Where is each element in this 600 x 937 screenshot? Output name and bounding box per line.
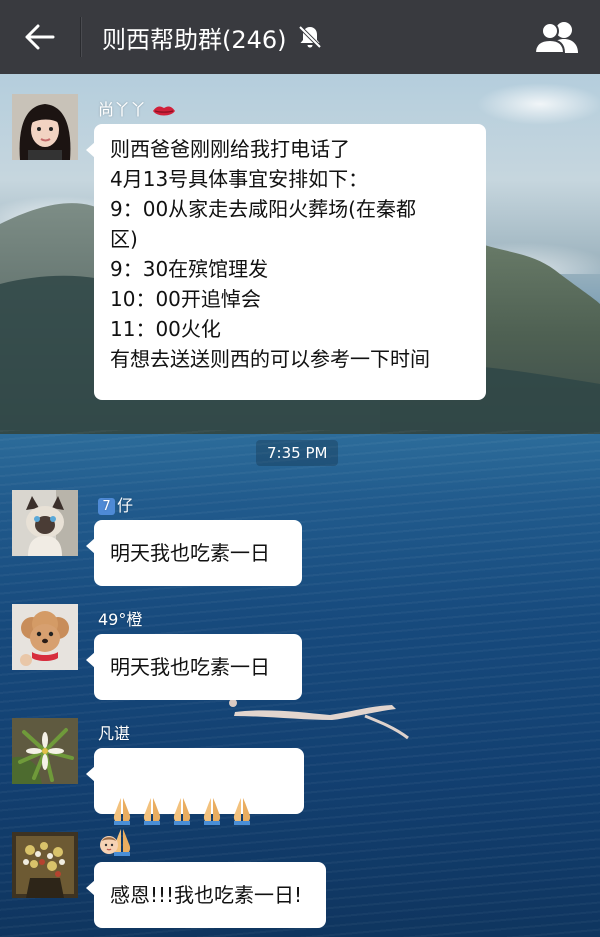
sender-name-text: 尚丫丫 xyxy=(98,100,147,119)
arrow-left-icon xyxy=(25,24,55,50)
message-item: 凡谌 xyxy=(12,718,588,856)
lips-icon xyxy=(153,105,176,115)
baby-face-icon xyxy=(100,836,118,854)
message-bubble[interactable]: 则西爸爸刚刚给我打电话了 4月13号具体事宜安排如下： 9：00从家走去咸阳火葬… xyxy=(86,124,486,400)
chat-message-list[interactable]: 尚丫丫 则西爸爸刚刚给我打电话了 4月13号具体事宜安排如下： 9：00从家走去… xyxy=(0,74,600,937)
group-icon xyxy=(533,22,578,54)
avatar[interactable] xyxy=(12,490,78,556)
folded-hands-icon xyxy=(113,797,131,825)
sender-name: 7仔 xyxy=(98,492,133,516)
avatar-girl xyxy=(12,94,78,160)
avatar-painting xyxy=(12,832,78,898)
header-divider xyxy=(80,17,82,57)
chat-title: 则西帮助群(246) xyxy=(102,25,287,54)
message-item: 7仔 明天我也吃素一日 xyxy=(12,490,588,590)
back-button[interactable] xyxy=(0,0,80,74)
message-item: 感恩!!!我也吃素一日! xyxy=(12,832,588,932)
sender-name: 尚丫丫 xyxy=(98,96,176,120)
avatar[interactable] xyxy=(12,604,78,670)
mute-indicator xyxy=(297,24,323,50)
avatar-cat xyxy=(12,490,78,556)
avatar[interactable] xyxy=(12,94,78,160)
group-members-button[interactable] xyxy=(532,14,582,60)
avatar-plant xyxy=(12,718,78,784)
avatar-dog xyxy=(12,604,78,670)
avatar[interactable] xyxy=(12,832,78,898)
folded-hands-icon xyxy=(143,797,161,825)
folded-hands-icon xyxy=(233,797,251,825)
sender-name: 49°橙 xyxy=(98,610,143,629)
message-bubble[interactable]: 明天我也吃素一日 xyxy=(86,520,302,586)
message-timestamp: 7:35 PM xyxy=(256,440,339,466)
sender-name-text: 仔 xyxy=(117,496,134,515)
message-bubble[interactable]: 明天我也吃素一日 xyxy=(86,634,302,700)
bell-off-icon xyxy=(298,25,321,49)
sender-number-badge: 7 xyxy=(98,498,115,515)
folded-hands-icon xyxy=(203,797,221,825)
folded-hands-icon xyxy=(173,797,191,825)
avatar[interactable] xyxy=(12,718,78,784)
message-item: 49°橙 明天我也吃素一日 xyxy=(12,604,588,704)
sender-name: 凡谌 xyxy=(98,724,131,743)
message-bubble[interactable] xyxy=(86,748,304,856)
message-bubble[interactable]: 感恩!!!我也吃素一日! xyxy=(86,862,326,928)
chat-header: 则西帮助群(246) xyxy=(0,0,600,74)
sender-name xyxy=(98,834,120,860)
message-item: 尚丫丫 则西爸爸刚刚给我打电话了 4月13号具体事宜安排如下： 9：00从家走去… xyxy=(12,94,588,404)
